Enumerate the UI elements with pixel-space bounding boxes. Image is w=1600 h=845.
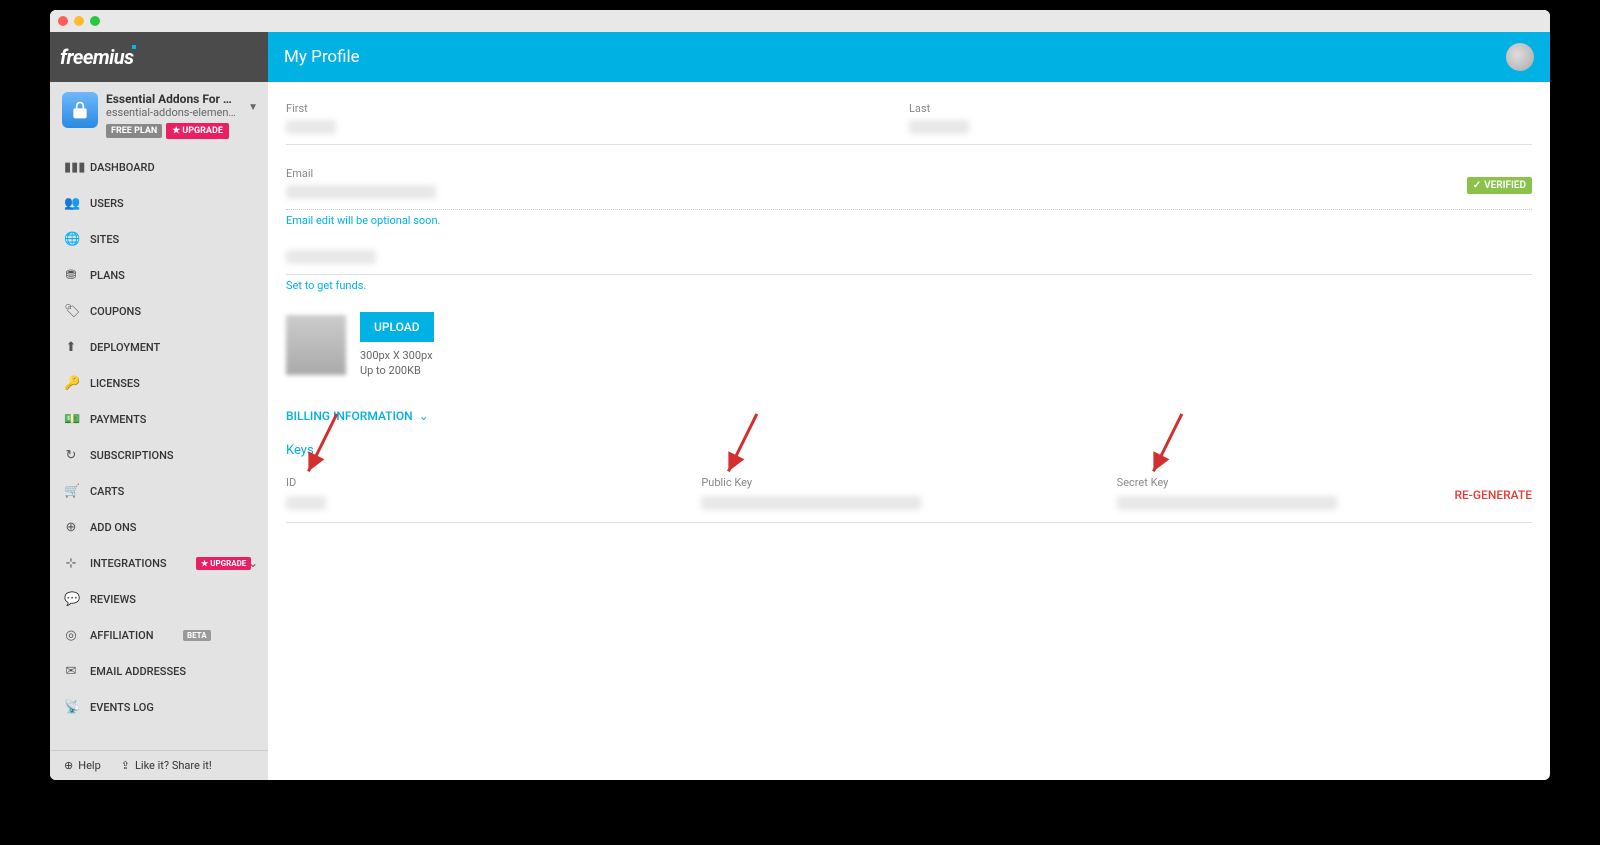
brand-logo: freemius: [60, 45, 136, 69]
verified-badge: ✓ VERIFIED: [1467, 177, 1532, 194]
key-id-label: ID: [286, 476, 701, 489]
chat-icon: 💬: [64, 592, 78, 607]
refresh-icon: ↻: [64, 448, 78, 463]
help-link[interactable]: ⊕Help: [64, 759, 101, 772]
sidebar: freemius Essential Addons For … essentia…: [50, 32, 268, 780]
nav-reviews[interactable]: 💬REVIEWS: [50, 581, 268, 617]
avatar-thumbnail: [286, 315, 346, 375]
user-avatar[interactable]: [1506, 43, 1534, 71]
key-id: ID: [286, 476, 701, 514]
chart-bar-icon: ▮▮▮: [64, 160, 78, 175]
key-public-value: [701, 496, 921, 510]
billing-toggle[interactable]: BILLING INFORMATION ⌄: [286, 399, 1532, 433]
plan-badge: FREE PLAN: [106, 124, 162, 138]
lock-icon: [70, 100, 90, 120]
last-name-label: Last: [909, 102, 1532, 115]
key-icon: 🔑: [64, 376, 78, 391]
upgrade-badge: ★ UPGRADE: [196, 557, 251, 570]
nav-events-log[interactable]: 📡EVENTS LOG: [50, 689, 268, 725]
plug-icon: ⊹: [64, 556, 78, 571]
nav-carts[interactable]: 🛒CARTS: [50, 473, 268, 509]
upload-size-hint: 300px X 300px: [360, 348, 434, 363]
puzzle-icon: ⊕: [64, 520, 78, 535]
regenerate-button[interactable]: RE-GENERATE: [1454, 488, 1532, 502]
upload-limit-hint: Up to 200KB: [360, 363, 434, 378]
first-name-value: [286, 120, 336, 134]
key-secret-value: [1117, 496, 1337, 510]
nav-addons[interactable]: ⊕ADD ONS: [50, 509, 268, 545]
last-name-field[interactable]: Last: [909, 102, 1532, 138]
email-value: [286, 185, 436, 199]
box-icon: ⛃: [64, 268, 78, 283]
share-link[interactable]: ⇪Like it? Share it!: [121, 759, 212, 772]
avatar-upload: UPLOAD 300px X 300px Up to 200KB: [286, 306, 1532, 399]
key-public: Public Key: [701, 476, 1116, 514]
plugin-selector[interactable]: Essential Addons For … essential-addons-…: [50, 82, 268, 149]
beta-badge: BETA: [183, 630, 211, 641]
page-header: My Profile: [268, 32, 1550, 82]
caret-down-icon: ▼: [248, 102, 258, 113]
nav-affiliation[interactable]: ◎AFFILIATION BETA: [50, 617, 268, 653]
lifebuoy-icon: ⊕: [64, 759, 73, 772]
paypal-hint: Set to get funds.: [286, 279, 1532, 292]
upgrade-button[interactable]: ★ UPGRADE: [166, 123, 229, 139]
key-public-label: Public Key: [701, 476, 1116, 489]
globe-icon: 🌐: [64, 232, 78, 247]
email-field[interactable]: Email: [286, 167, 1532, 203]
paypal-label: [286, 250, 376, 264]
share-icon: ⇪: [121, 759, 130, 772]
first-name-field[interactable]: First: [286, 102, 909, 138]
chevron-down-icon: ⌄: [419, 409, 429, 423]
nav-plans[interactable]: ⛃PLANS: [50, 257, 268, 293]
upload-icon: ⬆: [64, 340, 78, 355]
sidebar-header: freemius: [50, 32, 268, 82]
plugin-name: Essential Addons For …: [106, 92, 256, 106]
first-name-label: First: [286, 102, 909, 115]
nav: ▮▮▮DASHBOARD 👥USERS 🌐SITES ⛃PLANS 🏷COUPO…: [50, 149, 268, 750]
keys-heading: Keys: [286, 433, 1532, 468]
nav-users[interactable]: 👥USERS: [50, 185, 268, 221]
nav-sites[interactable]: 🌐SITES: [50, 221, 268, 257]
nav-payments[interactable]: 💵PAYMENTS: [50, 401, 268, 437]
sidebar-footer: ⊕Help ⇪Like it? Share it!: [50, 750, 268, 780]
chevron-down-icon: ⌄: [248, 556, 258, 570]
cash-icon: 💵: [64, 412, 78, 427]
key-id-value: [286, 496, 326, 510]
paypal-field[interactable]: [286, 249, 1532, 268]
last-name-value: [909, 120, 969, 134]
nav-email-addresses[interactable]: ✉EMAIL ADDRESSES: [50, 653, 268, 689]
nav-coupons[interactable]: 🏷COUPONS: [50, 293, 268, 329]
upload-button[interactable]: UPLOAD: [360, 312, 434, 342]
main: My Profile First Last: [268, 32, 1550, 780]
nav-deployment[interactable]: ⬆DEPLOYMENT: [50, 329, 268, 365]
maximize-window-icon[interactable]: [90, 16, 100, 26]
nav-integrations[interactable]: ⊹INTEGRATIONS ★ UPGRADE⌄: [50, 545, 268, 581]
antenna-icon: 📡: [64, 700, 78, 715]
plugin-icon: [62, 92, 98, 128]
cart-icon: 🛒: [64, 484, 78, 499]
close-window-icon[interactable]: [58, 16, 68, 26]
nav-dashboard[interactable]: ▮▮▮DASHBOARD: [50, 149, 268, 185]
page-title: My Profile: [284, 47, 360, 67]
nav-subscriptions[interactable]: ↻SUBSCRIPTIONS: [50, 437, 268, 473]
email-hint: Email edit will be optional soon.: [286, 214, 1532, 227]
window-titlebar: [50, 10, 1550, 32]
envelope-icon: ✉: [64, 664, 78, 679]
users-icon: 👥: [64, 196, 78, 211]
nav-licenses[interactable]: 🔑LICENSES: [50, 365, 268, 401]
tag-icon: 🏷: [64, 304, 78, 319]
plugin-slug: essential-addons-elemen…: [106, 106, 256, 119]
target-icon: ◎: [64, 628, 78, 643]
content: First Last Email: [268, 82, 1550, 780]
email-label: Email: [286, 167, 1532, 180]
minimize-window-icon[interactable]: [74, 16, 84, 26]
